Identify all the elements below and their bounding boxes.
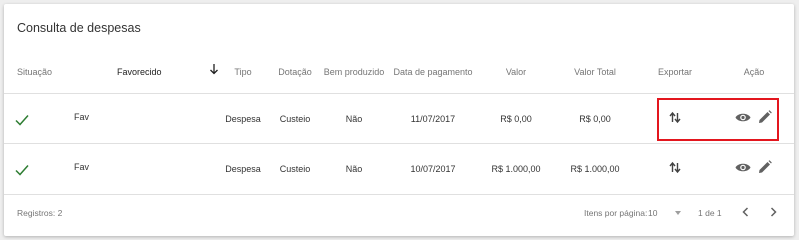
header-valor-total[interactable]: Valor Total: [574, 67, 616, 77]
cell-data-pagamento: 10/07/2017: [410, 164, 456, 174]
chevron-left-icon[interactable]: [740, 206, 752, 218]
dropdown-arrow-icon: [675, 211, 681, 215]
page-title: Consulta de despesas: [17, 21, 141, 35]
swap-vertical-icon[interactable]: [669, 161, 681, 174]
check-icon: [15, 165, 29, 176]
eye-icon[interactable]: [735, 162, 751, 173]
cell-dotacao: Custeio: [279, 164, 311, 174]
cell-favorecido: Fav: [74, 112, 90, 122]
cell-valor-total: R$ 0,00: [579, 114, 611, 124]
cell-tipo: Despesa: [225, 164, 261, 174]
chevron-right-icon[interactable]: [767, 206, 779, 218]
header-tipo[interactable]: Tipo: [234, 67, 251, 77]
header-dotacao[interactable]: Dotação: [278, 67, 312, 77]
items-per-page-select[interactable]: 10: [648, 204, 682, 220]
header-data-pagamento[interactable]: Data de pagamento: [393, 67, 472, 77]
cell-valor: R$ 0,00: [500, 114, 532, 124]
cell-data-pagamento: 11/07/2017: [410, 114, 456, 124]
header-bem-produzido[interactable]: Bem produzido: [324, 67, 385, 77]
table-row[interactable]: Fav Despesa Custeio Não 10/07/2017 R$ 1.…: [4, 144, 794, 194]
header-valor[interactable]: Valor: [506, 67, 526, 77]
header-favorecido[interactable]: Favorecido: [117, 67, 162, 77]
items-per-page-label: Itens por página:: [584, 208, 648, 218]
arrow-down-icon[interactable]: [209, 63, 219, 75]
items-per-page-value: 10: [648, 208, 658, 218]
cell-tipo: Despesa: [225, 114, 261, 124]
highlight-box: [657, 98, 779, 141]
registros-count: Registros: 2: [17, 208, 63, 218]
cell-valor-total: R$ 1.000,00: [570, 164, 620, 174]
header-acao: Ação: [743, 67, 765, 77]
divider: [4, 194, 794, 195]
cell-bem-produzido: Não: [345, 114, 363, 124]
page-range: 1 de 1: [698, 208, 722, 218]
header-situacao[interactable]: Situação: [17, 67, 52, 77]
pencil-icon[interactable]: [758, 160, 772, 174]
cell-favorecido: Fav: [74, 162, 90, 172]
cell-bem-produzido: Não: [345, 164, 363, 174]
header-exportar: Exportar: [657, 67, 693, 77]
cell-valor: R$ 1.000,00: [491, 164, 541, 174]
cell-dotacao: Custeio: [279, 114, 311, 124]
expenses-card: Consulta de despesas Situação Favorecido…: [4, 4, 794, 236]
check-icon: [15, 115, 29, 126]
